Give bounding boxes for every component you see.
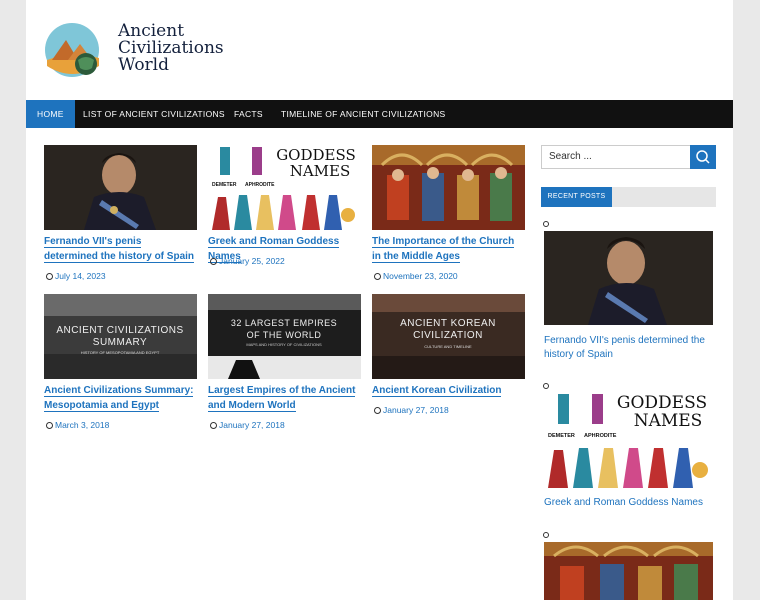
thumb-caption: APHRODITE xyxy=(245,182,275,188)
main-nav: Home List of Ancient Civilizations Facts… xyxy=(26,100,733,128)
thumb-text: ANCIENT KOREAN xyxy=(400,318,496,329)
page: Ancient Civilizations World Home List of… xyxy=(26,0,733,600)
recent-post-title[interactable]: Fernando VII's penis determined the hist… xyxy=(544,334,713,362)
thumb-caption: DEMETER xyxy=(212,182,237,188)
thumb-caption: DEMETER xyxy=(548,433,575,439)
recent-post-thumbnail[interactable] xyxy=(544,231,713,325)
nav-timeline[interactable]: Timeline of Ancient Civilizations xyxy=(270,100,457,128)
thumb-text: CIVILIZATION xyxy=(413,330,483,341)
search-input[interactable]: Search ... xyxy=(541,145,691,169)
logo-emblem-icon xyxy=(45,23,99,77)
thumb-text: GODDESS xyxy=(617,393,707,413)
recent-posts-header: Recent Posts xyxy=(541,187,716,207)
thumb-text: OF THE WORLD xyxy=(247,330,322,340)
recent-posts-label: Recent Posts xyxy=(541,187,612,207)
thumb-subtext: HISTORY OF MESOPOTAMIA AND EGYPT xyxy=(81,350,160,355)
search-button[interactable] xyxy=(690,145,716,169)
clock-icon xyxy=(46,273,53,280)
post-date[interactable]: January 27, 2018 xyxy=(210,420,285,430)
nav-home[interactable]: Home xyxy=(26,100,75,128)
post-date[interactable]: November 23, 2020 xyxy=(374,271,458,281)
thumb-text: ANCIENT CIVILIZATIONS xyxy=(56,325,183,336)
thumb-subtext: CULTURE AND TIMELINE xyxy=(424,344,472,349)
thumb-text: SUMMARY xyxy=(93,337,147,348)
site-title: Ancient Civilizations World xyxy=(118,23,224,74)
post-date[interactable]: March 3, 2018 xyxy=(46,420,109,430)
post-date[interactable]: July 14, 2023 xyxy=(46,271,106,281)
clock-icon xyxy=(210,258,217,265)
clock-icon xyxy=(374,273,381,280)
nav-facts[interactable]: Facts xyxy=(223,100,274,128)
clock-icon xyxy=(374,407,381,414)
logo-line-3: World xyxy=(118,55,169,75)
thumb-text: 32 LARGEST EMPIRES xyxy=(231,318,337,328)
clock-icon xyxy=(210,422,217,429)
bullet-icon xyxy=(543,221,549,227)
site-header: Ancient Civilizations World xyxy=(26,0,733,100)
recent-post-thumbnail[interactable] xyxy=(544,542,713,600)
post-thumbnail[interactable] xyxy=(372,145,525,230)
thumb-text: NAMES xyxy=(634,411,703,431)
post-title[interactable]: Fernando VII's penis determined the hist… xyxy=(44,235,197,264)
post-title[interactable]: Ancient Civilizations Summary: Mesopotam… xyxy=(44,384,197,413)
post-title[interactable]: The Importance of the Church in the Midd… xyxy=(372,235,525,264)
nav-list-of-ancient-civilizations[interactable]: List of Ancient Civilizations xyxy=(72,100,236,128)
bullet-icon xyxy=(543,532,549,538)
recent-post-thumbnail[interactable]: GODDESS NAMES DEMETER APHRODITE xyxy=(544,392,713,488)
post-date[interactable]: January 27, 2018 xyxy=(374,405,449,415)
post-thumbnail[interactable]: ANCIENT KOREAN CIVILIZATION CULTURE AND … xyxy=(372,294,525,379)
thumb-caption: APHRODITE xyxy=(584,433,617,439)
post-thumbnail[interactable]: ANCIENT CIVILIZATIONS SUMMARY HISTORY OF… xyxy=(44,294,197,379)
post-title[interactable]: Ancient Korean Civilization xyxy=(372,384,525,399)
post-thumbnail[interactable]: GODDESS NAMES DEMETER APHRODITE xyxy=(208,145,361,230)
site-logo[interactable]: Ancient Civilizations World xyxy=(44,22,224,80)
recent-post-title[interactable]: Greek and Roman Goddess Names xyxy=(544,496,713,510)
post-date[interactable]: January 25, 2022 xyxy=(210,256,285,266)
thumb-text: NAMES xyxy=(290,162,351,180)
clock-icon xyxy=(46,422,53,429)
post-thumbnail[interactable] xyxy=(44,145,197,230)
post-title[interactable]: Largest Empires of the Ancient and Moder… xyxy=(208,384,361,413)
search-icon xyxy=(696,150,710,164)
post-thumbnail[interactable]: 32 LARGEST EMPIRES OF THE WORLD MAPS AND… xyxy=(208,294,361,379)
thumb-subtext: MAPS AND HISTORY OF CIVILIZATIONS xyxy=(246,342,322,347)
bullet-icon xyxy=(543,383,549,389)
